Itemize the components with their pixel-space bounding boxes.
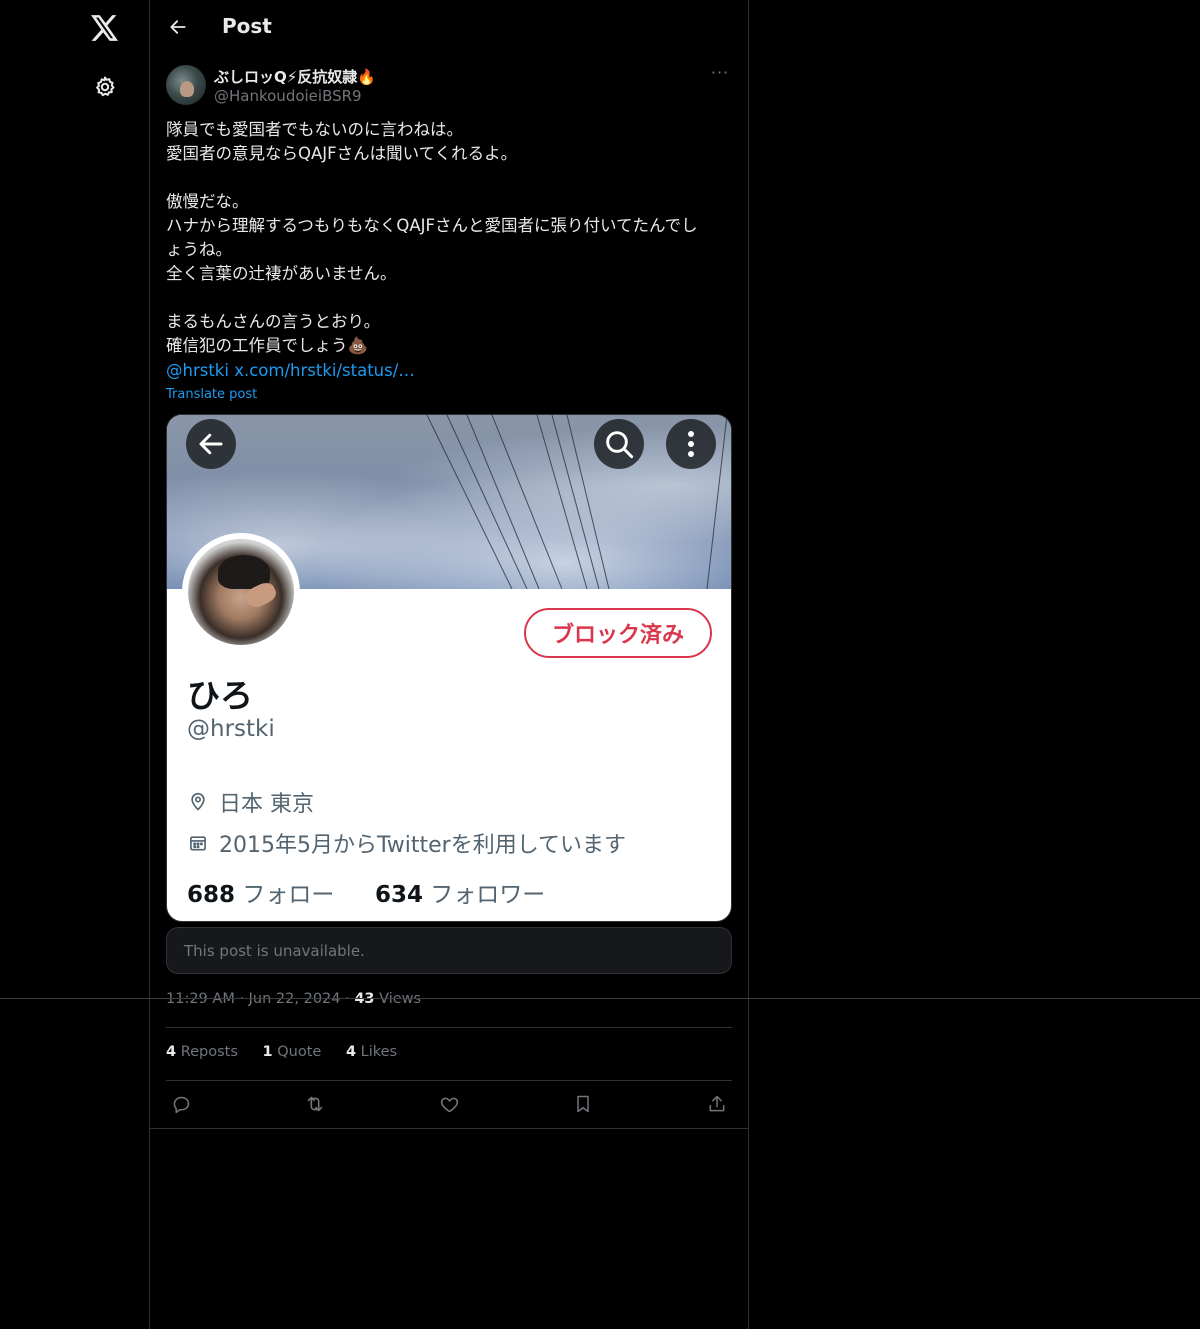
search-icon — [594, 419, 644, 469]
calendar-icon — [187, 832, 209, 854]
x-logo-icon[interactable] — [88, 12, 122, 44]
author-avatar[interactable] — [166, 65, 206, 105]
following-label: フォロー — [242, 882, 335, 908]
more-options-icon[interactable]: ··· — [708, 64, 732, 88]
unavailable-quote: This post is unavailable. — [166, 927, 732, 974]
author-handle[interactable]: @HankoudoieiBSR9 — [214, 87, 362, 105]
profile-avatar — [182, 533, 300, 651]
arrow-left-icon[interactable] — [166, 15, 190, 39]
status-link[interactable]: x.com/hrstki/status/… — [234, 361, 415, 380]
top-bar: Post — [150, 0, 748, 54]
likes-stat[interactable]: 4 Likes — [346, 1044, 397, 1060]
repost-icon[interactable] — [303, 1092, 327, 1116]
bookmark-icon[interactable] — [571, 1092, 595, 1116]
post-links: @hrstki x.com/hrstki/status/… — [166, 359, 415, 383]
post-author: ぶしロッQ⚡反抗奴隷🔥 @HankoudoieiBSR9 ··· — [166, 64, 732, 108]
views-count: 43 — [354, 991, 375, 1007]
profile-name: ひろ — [187, 676, 253, 715]
more-vertical-icon — [666, 419, 716, 469]
profile-location: 日本 東京 — [187, 786, 314, 818]
divider — [150, 1128, 748, 1129]
page-title: Post — [222, 14, 272, 38]
divider — [0, 998, 1200, 999]
followers-label: フォロワー — [430, 882, 546, 908]
reply-icon[interactable] — [169, 1092, 193, 1116]
profile-handle: @hrstki — [187, 716, 275, 742]
following-count: 688 — [187, 882, 236, 908]
profile-stats: 688 フォロー 634 フォロワー — [187, 875, 545, 909]
arrow-left-icon — [186, 419, 236, 469]
post-text: 隊員でも愛国者でもないのに言わねは。 愛国者の意見ならQAJFさんは聞いてくれる… — [166, 120, 698, 355]
quotes-stat[interactable]: 1 Quote — [263, 1044, 322, 1060]
main-column: Post ぶしロッQ⚡反抗奴隷🔥 @HankoudoieiBSR9 ··· 隊員… — [149, 0, 749, 1329]
post-meta: 11:29 AM · Jun 22, 2024 · 43 Views — [166, 991, 422, 1007]
blocked-badge: ブロック済み — [524, 608, 712, 658]
like-icon[interactable] — [437, 1092, 461, 1116]
followers-count: 634 — [374, 882, 423, 908]
post-date[interactable]: Jun 22, 2024 — [249, 991, 341, 1007]
reposts-stat[interactable]: 4 Reposts — [166, 1044, 238, 1060]
left-nav — [0, 0, 150, 1329]
gear-icon[interactable] — [91, 73, 119, 101]
share-icon[interactable] — [705, 1092, 729, 1116]
mention-link[interactable]: @hrstki — [166, 361, 229, 380]
attached-image[interactable]: ブロック済み ひろ @hrstki 日本 東京 2015年5月からTwitter… — [166, 414, 732, 922]
profile-joined-text: 2015年5月からTwitterを利用しています — [219, 833, 627, 858]
profile-location-text: 日本 東京 — [219, 792, 314, 817]
views-label: Views — [379, 991, 422, 1007]
profile-joined: 2015年5月からTwitterを利用しています — [187, 827, 626, 859]
divider — [166, 1027, 732, 1028]
engagement-stats: 4 Reposts 1 Quote 4 Likes — [166, 1044, 417, 1060]
author-display-name[interactable]: ぶしロッQ⚡反抗奴隷🔥 — [214, 66, 376, 87]
action-bar — [166, 1092, 732, 1116]
location-pin-icon — [187, 791, 209, 813]
translate-post-link[interactable]: Translate post — [166, 387, 257, 402]
post-time[interactable]: 11:29 AM — [166, 991, 235, 1007]
divider — [166, 1080, 732, 1081]
